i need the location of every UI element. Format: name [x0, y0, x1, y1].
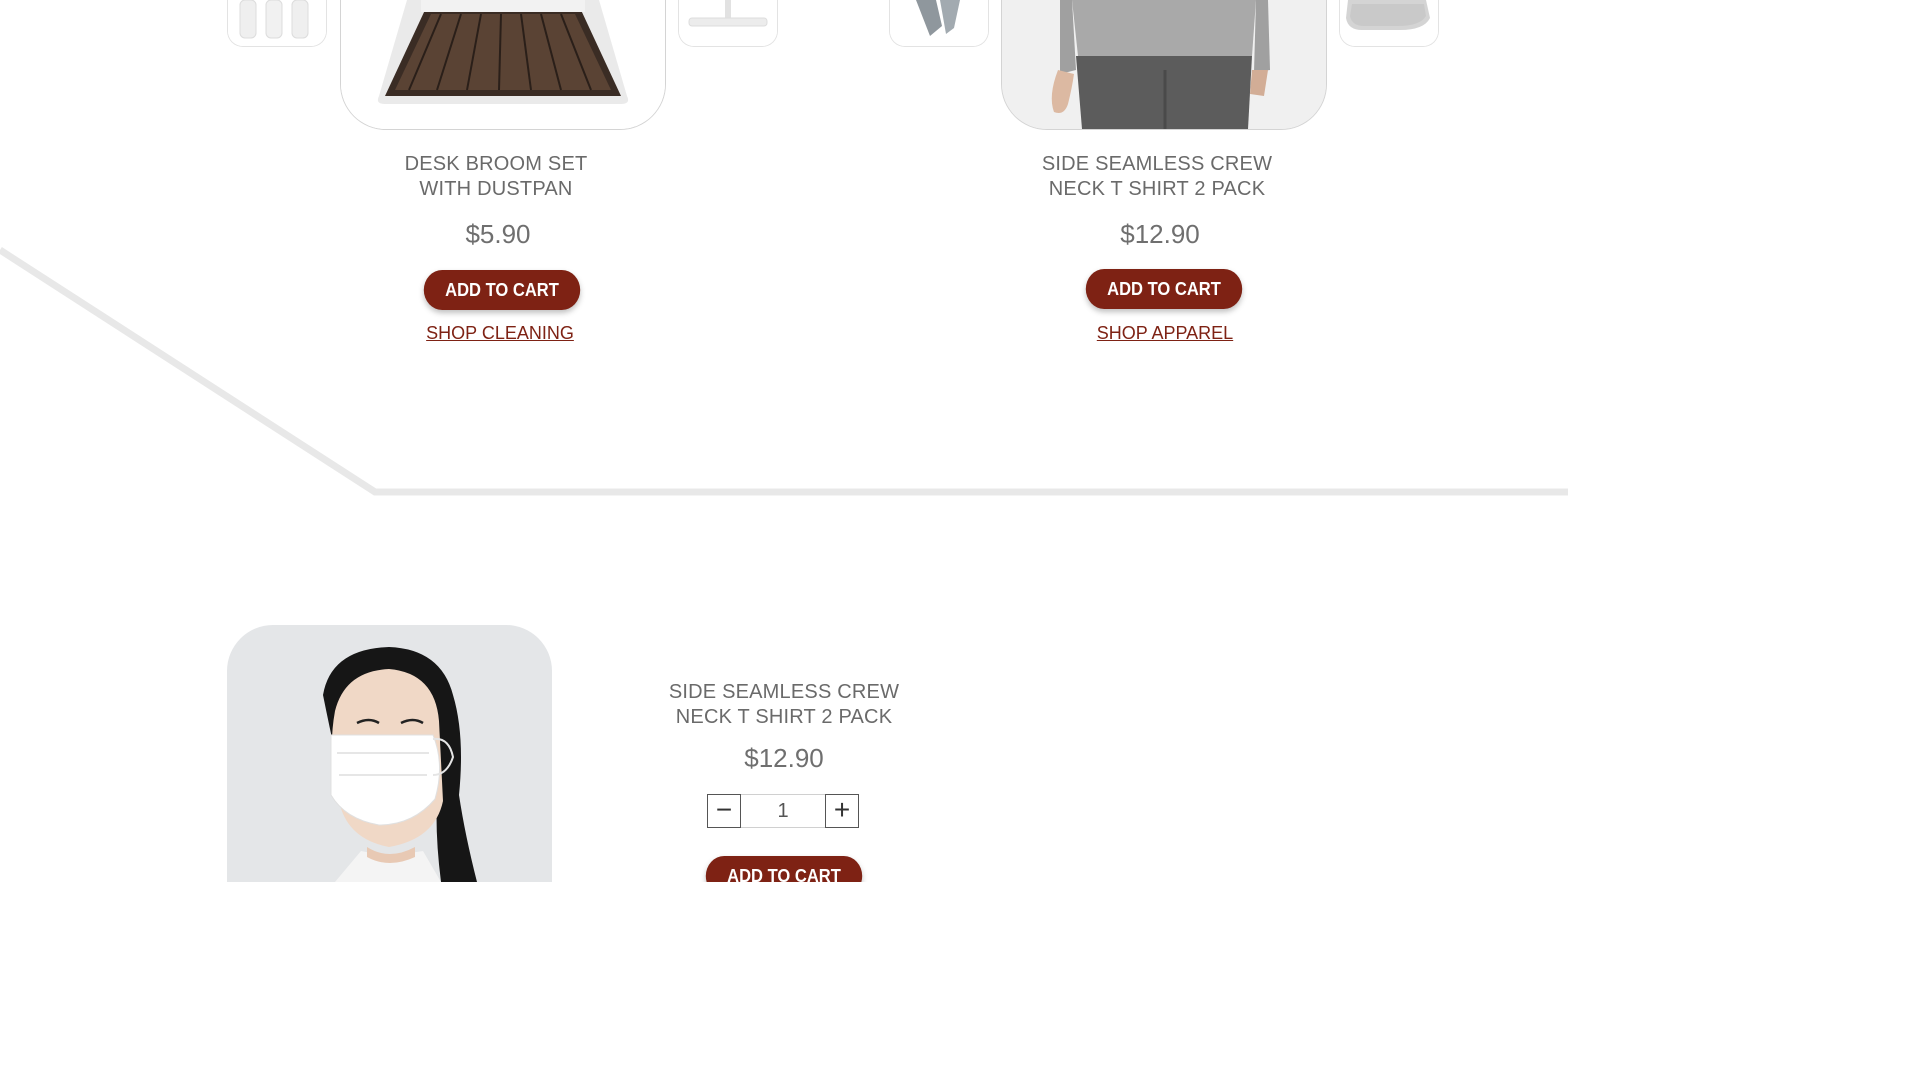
- add-to-cart-button[interactable]: ADD TO CART: [423, 270, 581, 310]
- page: DESK BROOM SET WITH DUSTPAN $5.90 ADD TO…: [0, 0, 1568, 882]
- plus-icon[interactable]: +: [825, 794, 859, 828]
- featured-product-title: SIDE SEAMLESS CREW NECK T SHIRT 2 PACK: [668, 681, 900, 728]
- featured-product-price: $12.90: [744, 743, 824, 773]
- add-to-cart-button[interactable]: ADD TO CART: [705, 856, 863, 882]
- product-image-face-mask-model[interactable]: [227, 625, 552, 882]
- thumbnail-socks[interactable]: [1339, 0, 1439, 47]
- product-image-crew-neck-tshirt[interactable]: [1001, 0, 1327, 130]
- shop-apparel-link[interactable]: SHOP APPAREL: [1065, 322, 1265, 344]
- thumbnail-squeegee[interactable]: [678, 0, 778, 47]
- quantity-stepper: − +: [707, 794, 859, 828]
- add-to-cart-button[interactable]: ADD TO CART: [1085, 269, 1243, 309]
- quantity-input[interactable]: [741, 794, 825, 828]
- product-title: DESK BROOM SET WITH DUSTPAN: [404, 153, 588, 200]
- minus-icon[interactable]: −: [707, 794, 741, 828]
- thumbnail-lint-roller-refills[interactable]: [227, 0, 327, 47]
- product-title: SIDE SEAMLESS CREW NECK T SHIRT 2 PACK: [1041, 153, 1273, 200]
- product-price: $12.90: [1120, 219, 1200, 249]
- product-price: $5.90: [465, 219, 531, 249]
- product-image-desk-broom[interactable]: [340, 0, 666, 130]
- thumbnail-leggings[interactable]: [889, 0, 989, 47]
- shop-cleaning-link[interactable]: SHOP CLEANING: [400, 322, 600, 344]
